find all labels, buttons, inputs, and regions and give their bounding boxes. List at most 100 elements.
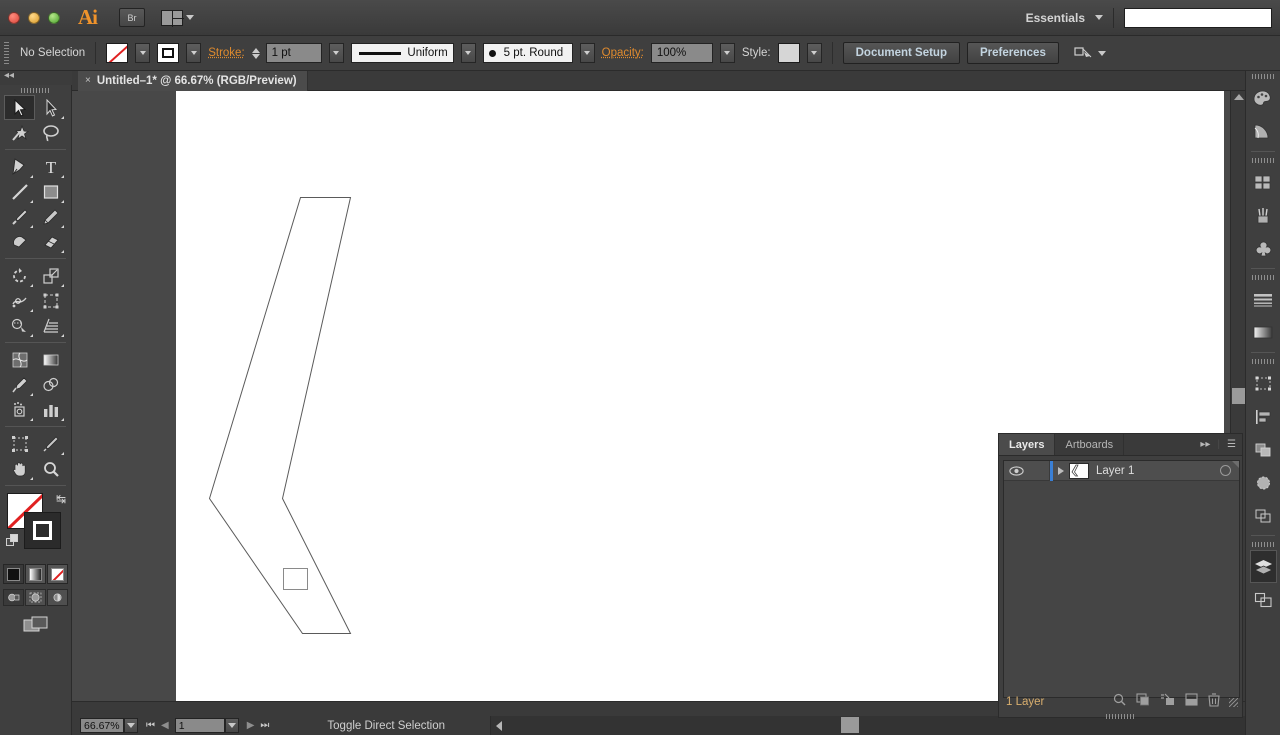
swatches-panel-icon[interactable] [1246, 166, 1280, 199]
artboard-number-field[interactable]: 1 [174, 718, 225, 733]
free-transform-tool[interactable] [35, 288, 66, 313]
tab-layers[interactable]: Layers [999, 434, 1056, 455]
stroke-profile-field[interactable]: Uniform [350, 43, 454, 63]
last-artboard-icon[interactable]: ⏭ [260, 720, 269, 731]
opacity-field[interactable]: 100% [650, 43, 713, 63]
horizontal-scroll-thumb[interactable] [841, 717, 859, 733]
mesh-tool[interactable] [4, 347, 35, 372]
scroll-left-icon[interactable] [496, 721, 502, 731]
stroke-label[interactable]: Stroke: [208, 47, 244, 59]
blob-brush-tool[interactable] [4, 229, 35, 254]
artboard-number-dropdown[interactable] [224, 718, 239, 733]
brushes-panel-icon[interactable] [1246, 199, 1280, 232]
color-guide-panel-icon[interactable] [1246, 115, 1280, 148]
width-tool[interactable] [4, 288, 35, 313]
magic-wand-tool[interactable] [4, 120, 35, 145]
dock-grip[interactable] [1246, 155, 1280, 166]
gradient-button[interactable] [25, 564, 46, 584]
status-text[interactable]: Toggle Direct Selection [327, 720, 445, 732]
stroke-weight-stepper[interactable] [251, 47, 260, 59]
paintbrush-tool[interactable] [4, 204, 35, 229]
zoom-tool[interactable] [35, 456, 66, 481]
zoom-level-dropdown[interactable] [124, 718, 138, 733]
graphic-style-swatch[interactable] [777, 43, 800, 63]
none-button[interactable] [47, 564, 68, 584]
perspective-grid-tool[interactable] [35, 313, 66, 338]
symbols-panel-icon[interactable] [1246, 232, 1280, 265]
layers-panel-icon[interactable] [1249, 550, 1277, 583]
minimize-window-button[interactable] [28, 11, 40, 24]
stroke-weight-field[interactable]: 1 pt [265, 43, 322, 63]
dock-grip[interactable] [1246, 272, 1280, 283]
target-circle-icon[interactable] [1220, 465, 1231, 476]
locate-object-icon[interactable] [1113, 693, 1126, 711]
close-icon[interactable]: × [85, 76, 91, 86]
hand-tool[interactable] [4, 456, 35, 481]
search-input[interactable] [1124, 7, 1272, 28]
first-artboard-icon[interactable]: ⏮ [146, 720, 155, 731]
column-graph-tool[interactable] [35, 397, 66, 422]
pencil-tool[interactable] [35, 204, 66, 229]
create-new-layer-icon[interactable] [1185, 693, 1198, 711]
panel-resize-handle[interactable] [1229, 698, 1238, 707]
maximize-window-button[interactable] [48, 11, 60, 24]
stroke-panel-icon[interactable] [1246, 283, 1280, 316]
tools-panel-grip[interactable] [0, 85, 71, 95]
draw-behind-button[interactable] [25, 589, 46, 606]
type-tool[interactable]: T [35, 154, 66, 179]
artboard-tool[interactable] [4, 431, 35, 456]
create-new-sublayer-icon[interactable] [1160, 693, 1175, 711]
direct-selection-tool[interactable] [35, 95, 66, 120]
dock-grip[interactable] [1246, 356, 1280, 367]
eraser-tool[interactable] [35, 229, 66, 254]
opacity-label[interactable]: Opacity: [602, 47, 644, 59]
default-fill-stroke-icon[interactable] [6, 534, 19, 547]
selection-tool[interactable] [4, 95, 35, 120]
swap-fill-stroke-icon[interactable]: ↹ [56, 492, 66, 506]
scroll-up-icon[interactable] [1234, 94, 1244, 100]
screen-mode-button[interactable] [0, 615, 71, 635]
dock-grip[interactable] [1246, 71, 1280, 82]
panel-bottom-grip[interactable] [1105, 714, 1136, 719]
align-control[interactable] [1074, 46, 1106, 60]
disclosure-triangle-icon[interactable] [1053, 466, 1069, 475]
graphic-style-dropdown[interactable] [806, 43, 822, 63]
blend-tool[interactable] [35, 372, 66, 397]
rectangle-tool[interactable] [35, 179, 66, 204]
toolbar-collapse-button[interactable]: ◂◂ [4, 70, 14, 81]
draw-inside-button[interactable] [47, 589, 68, 606]
dock-grip[interactable] [1246, 539, 1280, 550]
preferences-button[interactable]: Preferences [966, 42, 1059, 64]
lasso-tool[interactable] [35, 120, 66, 145]
stroke-swatch[interactable] [157, 43, 180, 63]
tab-artboards[interactable]: Artboards [1055, 434, 1125, 455]
close-window-button[interactable] [8, 11, 20, 24]
document-tab[interactable]: × Untitled–1* @ 66.67% (RGB/Preview) [78, 71, 308, 91]
next-artboard-icon[interactable]: ▶ [247, 720, 255, 731]
layer-name[interactable]: Layer 1 [1096, 465, 1134, 477]
brush-definition-field[interactable]: 5 pt. Round [482, 43, 573, 63]
layer-row[interactable]: Layer 1 [1004, 460, 1239, 481]
make-clipping-mask-icon[interactable] [1136, 693, 1150, 711]
appearance-panel-icon[interactable] [1246, 499, 1280, 532]
delete-selection-icon[interactable] [1208, 692, 1220, 712]
shape-builder-tool[interactable] [4, 313, 35, 338]
lock-toggle[interactable] [1028, 460, 1050, 481]
chevron-down-icon[interactable] [1095, 15, 1103, 20]
brush-definition-dropdown[interactable] [579, 43, 595, 63]
line-segment-tool[interactable] [4, 179, 35, 204]
color-panel-icon[interactable] [1246, 82, 1280, 115]
scale-tool[interactable] [35, 263, 66, 288]
fill-swatch[interactable] [106, 43, 129, 63]
layers-list[interactable]: Layer 1 [1003, 460, 1240, 698]
zoom-level-field[interactable]: 66.67% [80, 718, 124, 733]
transparency-panel-icon[interactable] [1246, 466, 1280, 499]
rotate-tool[interactable] [4, 263, 35, 288]
bridge-button[interactable]: Br [119, 8, 145, 27]
pen-tool[interactable] [4, 154, 35, 179]
draw-normal-button[interactable] [3, 589, 24, 606]
stroke-swatch-large[interactable] [24, 512, 61, 549]
artboards-panel-icon[interactable] [1246, 583, 1280, 616]
align-panel-icon[interactable] [1246, 400, 1280, 433]
gradient-panel-icon[interactable] [1246, 316, 1280, 349]
